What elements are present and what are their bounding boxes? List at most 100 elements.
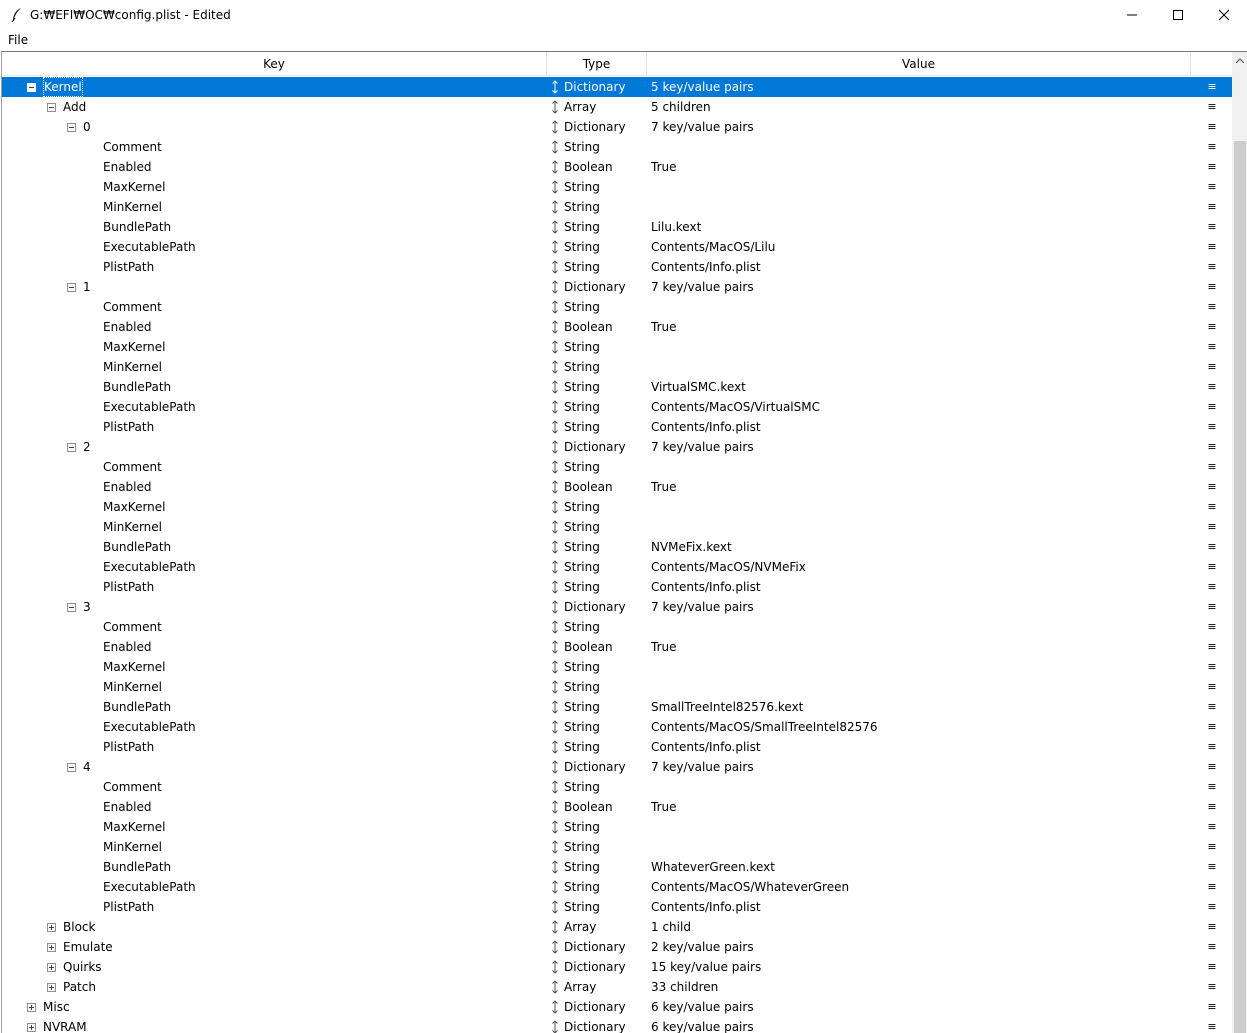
row-type[interactable]: String (564, 837, 600, 857)
tree-row[interactable]: ExecutablePath String Contents/MacOS/Whate… (2, 877, 1232, 897)
hamburger-icon[interactable]: ≡ (1206, 657, 1218, 677)
row-value[interactable]: True (651, 157, 677, 177)
row-value[interactable]: Contents/Info.plist (651, 737, 761, 757)
updown-arrow-icon[interactable] (550, 177, 560, 197)
row-key[interactable]: BundlePath (103, 857, 171, 877)
hamburger-icon[interactable]: ≡ (1206, 237, 1218, 257)
hamburger-icon[interactable]: ≡ (1206, 317, 1218, 337)
expand-icon[interactable] (47, 983, 56, 992)
minimize-button[interactable] (1109, 0, 1155, 30)
updown-arrow-icon[interactable] (550, 1017, 560, 1033)
row-key[interactable]: Comment (103, 137, 162, 157)
row-type[interactable]: String (564, 577, 600, 597)
row-value[interactable]: Contents/MacOS/Lilu (651, 237, 775, 257)
row-key[interactable]: MaxKernel (103, 337, 166, 357)
updown-arrow-icon[interactable] (550, 817, 560, 837)
tree-row[interactable]: Kernel Dictionary 5 key/value pairs ≡ (2, 77, 1232, 97)
tree-row[interactable]: Emulate Dictionary 2 key/value pairs ≡ (2, 937, 1232, 957)
row-type[interactable]: Dictionary (564, 437, 626, 457)
row-value[interactable]: Contents/Info.plist (651, 897, 761, 917)
row-value[interactable]: Contents/MacOS/VirtualSMC (651, 397, 820, 417)
row-type[interactable]: String (564, 397, 600, 417)
updown-arrow-icon[interactable] (550, 257, 560, 277)
tree-row[interactable]: Enabled Boolean True ≡ (2, 637, 1232, 657)
row-value[interactable]: True (651, 477, 677, 497)
tree-row[interactable]: Enabled Boolean True ≡ (2, 157, 1232, 177)
tree-row[interactable]: PlistPath String Contents/Info.plist ≡ (2, 737, 1232, 757)
updown-arrow-icon[interactable] (550, 937, 560, 957)
row-key[interactable]: PlistPath (103, 577, 154, 597)
row-value[interactable]: VirtualSMC.kext (651, 377, 746, 397)
updown-arrow-icon[interactable] (550, 757, 560, 777)
row-type[interactable]: String (564, 217, 600, 237)
row-type[interactable]: String (564, 337, 600, 357)
updown-arrow-icon[interactable] (550, 657, 560, 677)
updown-arrow-icon[interactable] (550, 197, 560, 217)
updown-arrow-icon[interactable] (550, 697, 560, 717)
row-key[interactable]: NVRAM (43, 1017, 87, 1033)
expand-icon[interactable] (27, 1023, 36, 1032)
row-value[interactable]: 6 key/value pairs (651, 997, 754, 1017)
collapse-icon[interactable] (67, 283, 76, 292)
row-key[interactable]: MinKernel (103, 197, 162, 217)
scroll-thumb[interactable] (1234, 141, 1246, 1033)
tree-row[interactable]: MaxKernel String ≡ (2, 177, 1232, 197)
row-key[interactable]: Quirks (63, 957, 102, 977)
hamburger-icon[interactable]: ≡ (1206, 177, 1218, 197)
row-key[interactable]: MinKernel (103, 517, 162, 537)
row-key[interactable]: ExecutablePath (103, 557, 196, 577)
row-key[interactable]: 2 (83, 437, 91, 457)
tree-row[interactable]: PlistPath String Contents/Info.plist ≡ (2, 577, 1232, 597)
tree-row[interactable]: Enabled Boolean True ≡ (2, 797, 1232, 817)
row-value[interactable]: True (651, 317, 677, 337)
tree-row[interactable]: MinKernel String ≡ (2, 517, 1232, 537)
tree-row[interactable]: MinKernel String ≡ (2, 357, 1232, 377)
row-key[interactable]: PlistPath (103, 257, 154, 277)
row-type[interactable]: Dictionary (564, 597, 626, 617)
hamburger-icon[interactable]: ≡ (1206, 777, 1218, 797)
row-value[interactable]: Contents/MacOS/NVMeFix (651, 557, 806, 577)
expand-icon[interactable] (47, 943, 56, 952)
row-type[interactable]: String (564, 657, 600, 677)
updown-arrow-icon[interactable] (550, 457, 560, 477)
row-type[interactable]: String (564, 257, 600, 277)
updown-arrow-icon[interactable] (550, 357, 560, 377)
tree-row[interactable]: BundlePath String WhateverGreen.kext ≡ (2, 857, 1232, 877)
row-key[interactable]: Comment (103, 777, 162, 797)
row-value[interactable]: 7 key/value pairs (651, 597, 754, 617)
maximize-button[interactable] (1155, 0, 1201, 30)
row-key[interactable]: 4 (83, 757, 91, 777)
row-type[interactable]: String (564, 737, 600, 757)
tree-row[interactable]: ExecutablePath String Contents/MacOS/Lilu ≡ (2, 237, 1232, 257)
hamburger-icon[interactable]: ≡ (1206, 397, 1218, 417)
tree-row[interactable]: Misc Dictionary 6 key/value pairs ≡ (2, 997, 1232, 1017)
row-type[interactable]: String (564, 297, 600, 317)
updown-arrow-icon[interactable] (550, 677, 560, 697)
updown-arrow-icon[interactable] (550, 637, 560, 657)
hamburger-icon[interactable]: ≡ (1206, 557, 1218, 577)
row-key[interactable]: Add (63, 97, 86, 117)
tree-row[interactable]: 2 Dictionary 7 key/value pairs ≡ (2, 437, 1232, 457)
hamburger-icon[interactable]: ≡ (1206, 1017, 1218, 1033)
row-type[interactable]: String (564, 537, 600, 557)
row-type[interactable]: String (564, 377, 600, 397)
row-type[interactable]: String (564, 717, 600, 737)
hamburger-icon[interactable]: ≡ (1206, 97, 1218, 117)
row-type[interactable]: Array (564, 97, 596, 117)
tree-row[interactable]: Quirks Dictionary 15 key/value pairs ≡ (2, 957, 1232, 977)
row-key[interactable]: BundlePath (103, 377, 171, 397)
tree-row[interactable]: Enabled Boolean True ≡ (2, 477, 1232, 497)
hamburger-icon[interactable]: ≡ (1206, 357, 1218, 377)
hamburger-icon[interactable]: ≡ (1206, 197, 1218, 217)
row-key[interactable]: Misc (43, 997, 70, 1017)
row-key[interactable]: ExecutablePath (103, 237, 196, 257)
updown-arrow-icon[interactable] (550, 157, 560, 177)
updown-arrow-icon[interactable] (550, 777, 560, 797)
updown-arrow-icon[interactable] (550, 517, 560, 537)
tree-row[interactable]: Add Array 5 children ≡ (2, 97, 1232, 117)
hamburger-icon[interactable]: ≡ (1206, 417, 1218, 437)
hamburger-icon[interactable]: ≡ (1206, 917, 1218, 937)
row-value[interactable]: Contents/Info.plist (651, 257, 761, 277)
hamburger-icon[interactable]: ≡ (1206, 757, 1218, 777)
tree-row[interactable]: PlistPath String Contents/Info.plist ≡ (2, 257, 1232, 277)
